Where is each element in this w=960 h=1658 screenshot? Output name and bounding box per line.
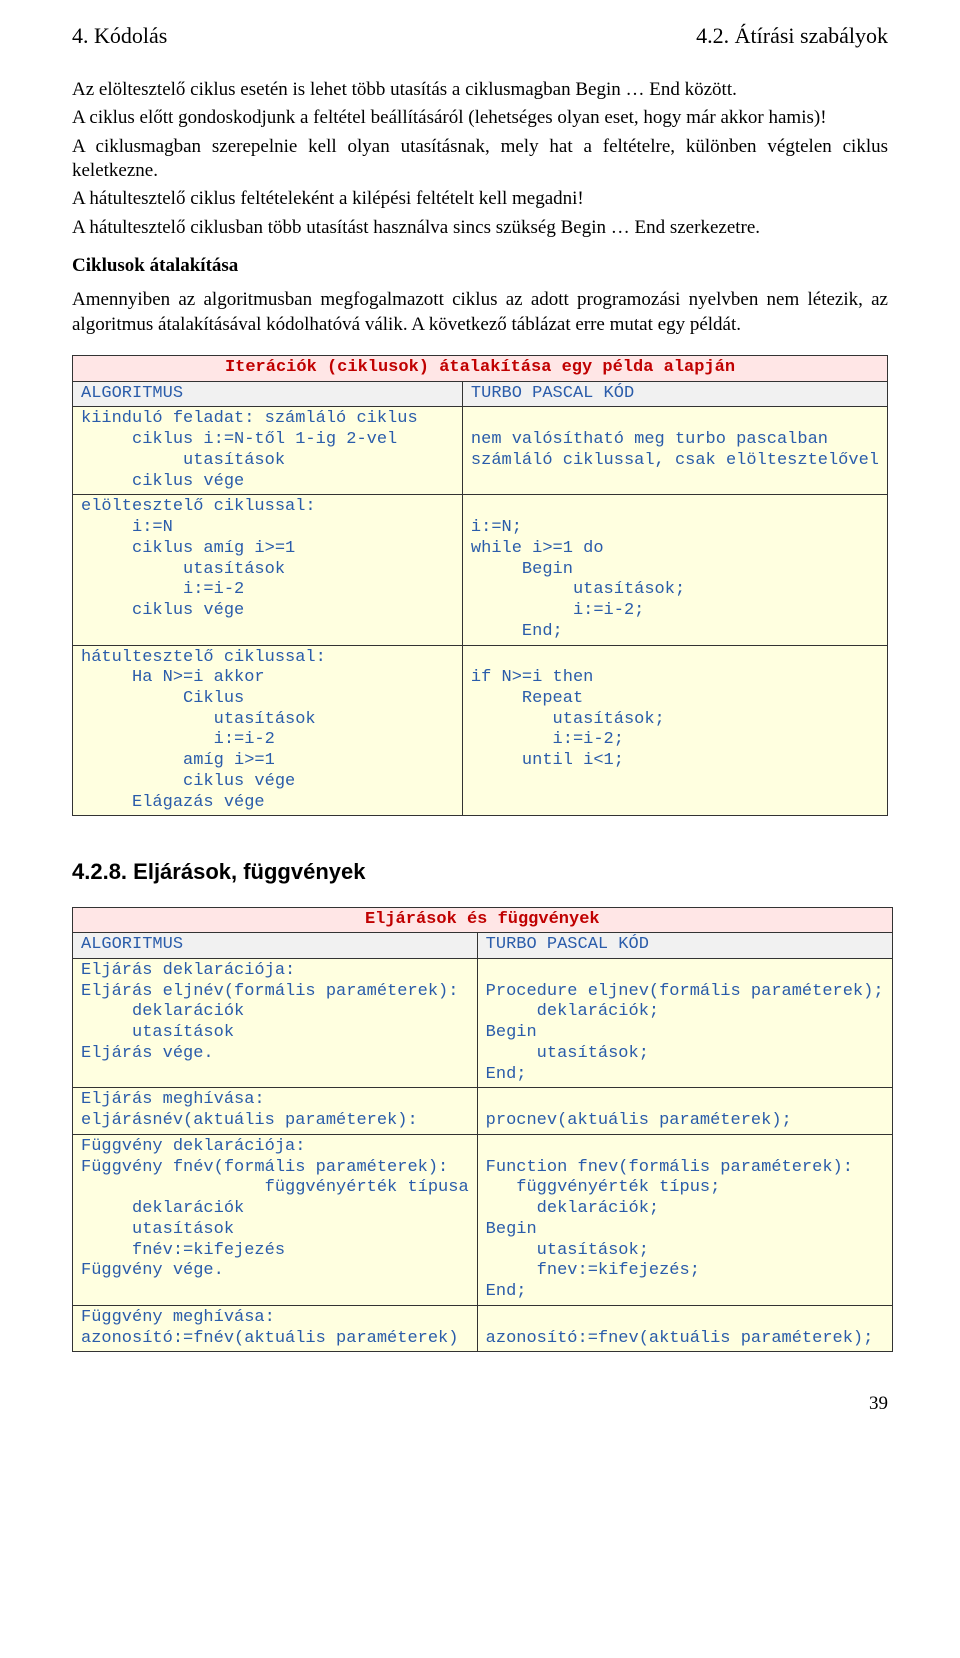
table2-r3-left: Függvény deklarációja: Függvény fnév(for… (73, 1134, 478, 1305)
subheading-ciklusok: Ciklusok átalakítása (72, 254, 888, 278)
table2-r1-right: Procedure eljnev(formális paraméterek); … (477, 959, 892, 1088)
paragraph-3: A ciklusmagban szerepelnie kell olyan ut… (72, 135, 888, 184)
table2-r2-right: procnev(aktuális paraméterek); (477, 1088, 892, 1134)
table1-r2-right: i:=N; while i>=1 do Begin utasítások; i:… (462, 495, 887, 645)
table2-title: Eljárások és függvények (73, 907, 893, 933)
table1-r2-left: elöltesztelő ciklussal: i:=N ciklus amíg… (73, 495, 463, 645)
header-left: 4. Kódolás (72, 22, 167, 50)
table2-r2-left: Eljárás meghívása: eljárásnév(aktuális p… (73, 1088, 478, 1134)
table1-r3-right: if N>=i then Repeat utasítások; i:=i-2; … (462, 645, 887, 816)
table2-r4-left: Függvény meghívása: azonosító:=fnév(aktu… (73, 1305, 478, 1351)
paragraph-2: A ciklus előtt gondoskodjunk a feltétel … (72, 106, 888, 130)
table1-r3-left: hátultesztelő ciklussal: Ha N>=i akkor C… (73, 645, 463, 816)
table1-r1-left: kiinduló feladat: számláló ciklus ciklus… (73, 407, 463, 495)
page-number: 39 (72, 1392, 888, 1416)
table1-r1-right: nem valósítható meg turbo pascalban szám… (462, 407, 887, 495)
header-right: 4.2. Átírási szabályok (696, 22, 888, 50)
table-iterations: Iterációk (ciklusok) átalakítása egy pél… (72, 355, 888, 816)
table2-r4-right: azonosító:=fnev(aktuális paraméterek); (477, 1305, 892, 1351)
section-heading-4-2-8: 4.2.8. Eljárások, függvények (72, 858, 888, 886)
table1-title: Iterációk (ciklusok) átalakítása egy pél… (73, 355, 888, 381)
paragraph-4: A hátultesztelő ciklus feltételeként a k… (72, 187, 888, 211)
table1-header-left: ALGORITMUS (73, 381, 463, 407)
table2-r1-left: Eljárás deklarációja: Eljárás eljnév(for… (73, 959, 478, 1088)
table2-header-left: ALGORITMUS (73, 933, 478, 959)
table1-header-right: TURBO PASCAL KÓD (462, 381, 887, 407)
table2-header-right: TURBO PASCAL KÓD (477, 933, 892, 959)
table2-r3-right: Function fnev(formális paraméterek): füg… (477, 1134, 892, 1305)
paragraph-6: Amennyiben az algoritmusban megfogalmazo… (72, 288, 888, 337)
table-procedures: Eljárások és függvények ALGORITMUS TURBO… (72, 907, 893, 1353)
paragraph-1: Az elöltesztelő ciklus esetén is lehet t… (72, 78, 888, 102)
paragraph-5: A hátultesztelő ciklusban több utasítást… (72, 216, 888, 240)
